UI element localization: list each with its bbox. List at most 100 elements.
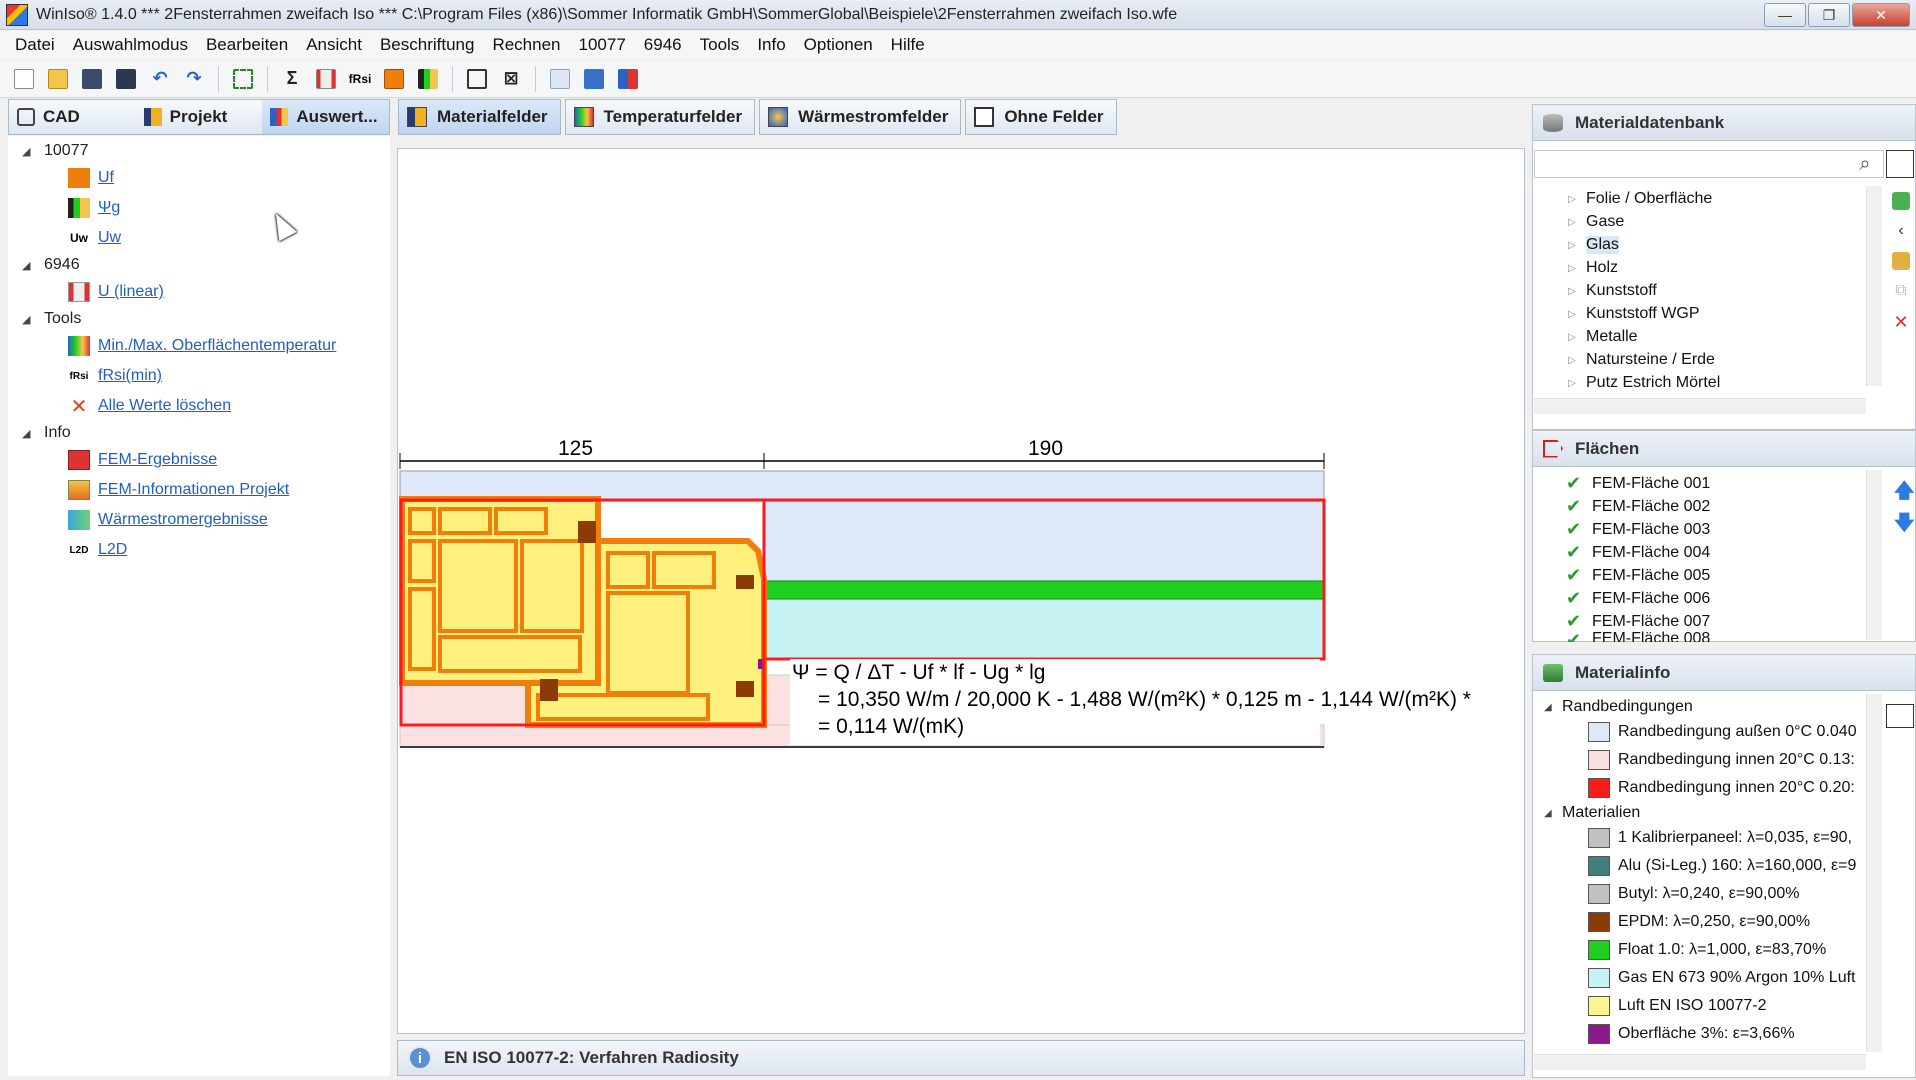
tab-waermestromfelder[interactable]: Wärmestromfelder (759, 99, 962, 135)
add-material-icon[interactable] (1892, 192, 1910, 210)
materialinfo-vscrollbar[interactable] (1866, 694, 1882, 1052)
delete-material-icon[interactable]: ✕ (1892, 312, 1910, 332)
minimize-button[interactable]: — (1764, 3, 1806, 27)
tree-item-uw[interactable]: Uw Uw (68, 228, 121, 248)
delete-fields-button[interactable]: ⊠ (497, 65, 525, 93)
uf-button[interactable] (380, 65, 408, 93)
tree-item-fem-results[interactable]: FEM-Ergebnisse (68, 450, 217, 470)
tab-materialfelder[interactable]: Materialfelder (398, 99, 561, 135)
frame-chamber[interactable] (438, 539, 518, 633)
help-button[interactable] (580, 65, 608, 93)
glass-pane-outer[interactable] (717, 580, 1325, 600)
zoom-fit-button[interactable] (229, 65, 257, 93)
material-item[interactable]: Gas EN 673 90% Argon 10% Luft (1588, 968, 1855, 988)
psi-button[interactable] (414, 65, 442, 93)
sum-button[interactable]: Σ (278, 65, 306, 93)
undo-button[interactable]: ↶ (146, 65, 174, 93)
menu-bearbeiten[interactable]: Bearbeiten (197, 35, 297, 55)
material-category-item[interactable]: ▷ Kunststoff WGP (1568, 305, 1700, 323)
fem-surface-item[interactable]: ✔ FEM-Fläche 003 (1566, 519, 1710, 540)
material-db-vscrollbar[interactable] (1866, 186, 1882, 386)
exterior-boundary-zone[interactable] (399, 470, 1325, 500)
fem-surface-item[interactable]: ✔ FEM-Fläche 001 (1566, 473, 1710, 494)
expand-panel-button[interactable] (1886, 704, 1914, 728)
fem-surface-item[interactable]: ✔ FEM-Fläche 006 (1566, 588, 1710, 609)
tree-item-uf[interactable]: Uf (68, 168, 114, 188)
material-item[interactable]: Oberfläche 3%: ε=3,66% (1588, 1024, 1795, 1044)
u-linear-button[interactable] (312, 65, 340, 93)
maximize-button[interactable]: ❐ (1808, 3, 1850, 27)
tree-item-u-linear[interactable]: U (linear) (68, 282, 164, 302)
material-category-item[interactable]: ▷ Kunststoff (1568, 282, 1657, 300)
menu-ansicht[interactable]: Ansicht (297, 35, 371, 55)
tree-item-l2d[interactable]: L2D L2D (68, 540, 128, 560)
material-item[interactable]: Butyl: λ=0,240, ε=90,00% (1588, 884, 1799, 904)
tree-group-info[interactable]: ◢ Info (22, 424, 71, 442)
gasket[interactable] (540, 679, 558, 701)
move-up-icon[interactable]: 🡅 (1894, 476, 1915, 510)
tab-cad[interactable]: CAD (9, 100, 136, 134)
menu-auswahlmodus[interactable]: Auswahlmodus (64, 35, 197, 55)
sash-chamber[interactable] (606, 551, 650, 589)
frame-chamber[interactable] (438, 507, 492, 535)
material-item[interactable]: EPDM: λ=0,250, ε=90,00% (1588, 912, 1810, 932)
material-item[interactable]: Luft EN ISO 10077-2 (1588, 996, 1767, 1016)
menu-beschriftung[interactable]: Beschriftung (371, 35, 484, 55)
menu-optionen[interactable]: Optionen (795, 35, 882, 55)
tree-item-clear-values[interactable]: ✕ Alle Werte löschen (68, 396, 232, 418)
material-category-item[interactable]: ▷ Folie / Oberfläche (1568, 190, 1712, 208)
frame-chamber[interactable] (494, 507, 548, 535)
tree-group-10077[interactable]: ◢ 10077 (22, 142, 89, 160)
boundary-item[interactable]: Randbedingung innen 20°C 0.13: (1588, 750, 1855, 770)
redo-button[interactable]: ↷ (180, 65, 208, 93)
frame-chamber[interactable] (438, 635, 582, 673)
sash-chamber[interactable] (536, 693, 710, 721)
menu-tools[interactable]: Tools (691, 35, 749, 55)
move-down-icon[interactable]: 🡇 (1894, 508, 1915, 542)
tab-temperaturfelder[interactable]: Temperaturfelder (564, 99, 756, 135)
boundary-item[interactable]: Randbedingung außen 0°C 0.040 (1588, 722, 1857, 742)
fem-surface-item[interactable]: ✔ FEM-Fläche 004 (1566, 542, 1710, 563)
tree-item-fem-info[interactable]: FEM-Informationen Projekt (68, 480, 289, 500)
materialinfo-group-materials[interactable]: ◢ Materialien (1544, 804, 1640, 822)
frame-chamber[interactable] (408, 507, 436, 535)
exit-button[interactable] (614, 65, 642, 93)
report-button[interactable] (546, 65, 574, 93)
menu-info[interactable]: Info (748, 35, 794, 55)
fem-surface-item[interactable]: ✔ FEM-Fläche 007 (1566, 611, 1710, 632)
menu-10077[interactable]: 10077 (570, 35, 635, 55)
search-icon[interactable]: ⌕ (1850, 150, 1880, 178)
material-category-item[interactable]: ▷ Gase (1568, 213, 1624, 231)
menu-datei[interactable]: Datei (6, 35, 64, 55)
material-category-item[interactable]: ▷ Putz Estrich Mörtel (1568, 374, 1720, 392)
materialinfo-group-boundary[interactable]: ◢ Randbedingungen (1544, 698, 1693, 716)
material-category-item-selected[interactable]: ▷ Glas (1568, 236, 1619, 254)
save-button[interactable] (78, 65, 106, 93)
open-file-button[interactable] (44, 65, 72, 93)
menu-rechnen[interactable]: Rechnen (483, 35, 569, 55)
material-category-item[interactable]: ▷ Metalle (1568, 328, 1638, 346)
material-category-item[interactable]: ▷ Holz (1568, 259, 1618, 277)
save-as-button[interactable] (112, 65, 140, 93)
tree-item-psi-g[interactable]: Ψg (68, 198, 120, 218)
menu-hilfe[interactable]: Hilfe (882, 35, 934, 55)
glazing-gasket[interactable] (736, 681, 754, 697)
menu-6946[interactable]: 6946 (635, 35, 691, 55)
tree-item-frsi[interactable]: fRsi fRsi(min) (68, 366, 162, 386)
tree-item-min-max-temp[interactable]: Min./Max. Oberflächentemperatur (68, 336, 336, 356)
tree-group-tools[interactable]: ◢ Tools (22, 310, 81, 328)
material-item[interactable]: 1 Kalibrierpaneel: λ=0,035, ε=90, (1588, 828, 1852, 848)
frsi-button[interactable]: fRsi (346, 65, 374, 93)
window-frame-drawing[interactable] (398, 149, 1526, 1035)
glazing-gasket[interactable] (736, 575, 754, 589)
copy-material-icon[interactable]: ⧉ (1892, 282, 1910, 300)
fem-surface-item[interactable]: ✔ FEM-Fläche 005 (1566, 565, 1710, 586)
collapse-left-icon[interactable]: ‹ (1892, 222, 1910, 240)
sash-chamber[interactable] (652, 551, 716, 589)
tab-ohne-felder[interactable]: Ohne Felder (965, 99, 1117, 135)
new-file-button[interactable] (10, 65, 38, 93)
export-button[interactable] (463, 65, 491, 93)
expand-panel-button[interactable] (1886, 150, 1914, 178)
material-search-input[interactable] (1534, 150, 1884, 178)
material-item[interactable]: Float 1.0: λ=1,000, ε=83,70% (1588, 940, 1826, 960)
